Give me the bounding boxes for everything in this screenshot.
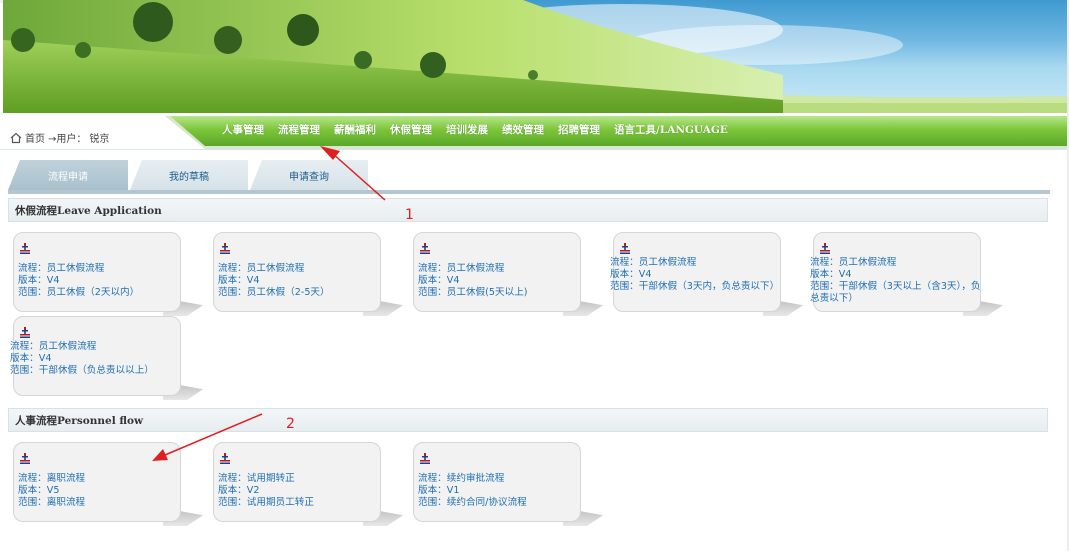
workflow-icon — [20, 243, 30, 254]
process-card[interactable]: 流程：员工休假流程 版本：V4 范围：员工休假（2-5天） — [213, 232, 381, 312]
card-scope: 范围：续约合同/协议流程 — [418, 497, 527, 508]
process-card[interactable]: 流程：员工休假流程 版本：V4 范围：干部休假（负总责以以上） — [10, 316, 181, 396]
menu-item-performance[interactable]: 绩效管理 — [502, 122, 544, 137]
card-flow[interactable]: 流程：员工休假流程 — [218, 263, 330, 275]
card-version: 版本：V4 — [610, 269, 652, 280]
tab-label: 申请查询 — [289, 171, 329, 183]
menu-item-training[interactable]: 培训发展 — [446, 122, 488, 137]
section-header-personnel: 人事流程Personnel flow — [8, 408, 1048, 432]
workflow-icon — [420, 453, 430, 464]
card-scope: 范围：员工休假(5天以上) — [418, 287, 528, 298]
breadcrumb-user: 锐京 — [89, 134, 110, 145]
card-text: 流程：员工休假流程 版本：V4 范围：员工休假(5天以上) — [418, 263, 528, 299]
landscape-illustration — [3, 0, 1069, 113]
tab-process-application[interactable]: 流程申请 — [8, 160, 128, 190]
workflow-icon — [20, 453, 30, 464]
card-flow[interactable]: 流程：续约审批流程 — [418, 473, 527, 485]
menu-item-compensation[interactable]: 薪酬福利 — [334, 122, 376, 137]
tab-bar: 流程申请 我的草稿 申请查询 — [8, 160, 1050, 194]
breadcrumb: 首页 →用户： 锐京 — [10, 130, 109, 145]
workflow-icon — [620, 243, 630, 254]
card-text: 流程：员工休假流程 版本：V4 范围：员工休假（2天以内） — [18, 263, 139, 299]
tab-application-query[interactable]: 申请查询 — [250, 160, 368, 190]
card-version: 版本：V4 — [18, 275, 60, 286]
menu-item-process[interactable]: 流程管理 — [278, 122, 320, 137]
tab-my-drafts[interactable]: 我的草稿 — [130, 160, 248, 190]
card-flow[interactable]: 流程：员工休假流程 — [418, 263, 528, 275]
card-scope: 范围：离职流程 — [18, 497, 86, 508]
tab-label: 流程申请 — [48, 171, 88, 183]
process-card[interactable]: 流程：试用期转正 版本：V2 范围：试用期员工转正 — [213, 442, 381, 522]
annotation-label-2: 2 — [286, 416, 295, 432]
workflow-icon — [220, 453, 230, 464]
card-text: 流程：员工休假流程 版本：V4 范围：干部休假（3天内，负总责以下） — [610, 257, 790, 293]
card-flow[interactable]: 流程：员工休假流程 — [18, 263, 139, 275]
annotation-label-1: 1 — [405, 207, 414, 223]
card-scope: 范围：干部休假（负总责以以上） — [10, 365, 154, 376]
workflow-icon — [20, 327, 30, 338]
card-text: 流程：续约审批流程 版本：V1 范围：续约合同/协议流程 — [418, 473, 527, 509]
card-flow[interactable]: 流程：员工休假流程 — [10, 341, 190, 353]
card-version: 版本：V1 — [418, 485, 460, 496]
workflow-icon — [420, 243, 430, 254]
process-card[interactable]: 流程：续约审批流程 版本：V1 范围：续约合同/协议流程 — [413, 442, 581, 522]
divider — [0, 149, 1069, 150]
card-version: 版本：V4 — [10, 353, 52, 364]
card-version: 版本：V4 — [810, 269, 852, 280]
menu-item-language[interactable]: 语言工具/LANGUAGE — [614, 122, 728, 137]
menu-item-hr[interactable]: 人事管理 — [222, 122, 264, 137]
section-title: 人事流程Personnel flow — [15, 414, 144, 427]
section-header-leave: 休假流程Leave Application — [8, 198, 1048, 222]
card-version: 版本：V4 — [418, 275, 460, 286]
tab-label: 我的草稿 — [169, 171, 209, 183]
card-text: 流程：员工休假流程 版本：V4 范围：员工休假（2-5天） — [218, 263, 330, 299]
card-scope: 范围：干部休假（3天以上（含3天），负总责以下） — [810, 281, 981, 304]
header-banner — [3, 0, 1069, 113]
card-flow[interactable]: 流程：员工休假流程 — [610, 257, 790, 269]
card-flow[interactable]: 流程：离职流程 — [18, 473, 85, 485]
breadcrumb-home[interactable]: 首页 — [25, 130, 45, 145]
process-card[interactable]: 流程：离职流程 版本：V5 范围：离职流程 — [13, 442, 181, 522]
card-scope: 范围：员工休假（2天以内） — [18, 287, 140, 298]
tab-strip — [8, 190, 1050, 194]
card-flow[interactable]: 流程：员工休假流程 — [810, 257, 990, 269]
workflow-icon — [220, 243, 230, 254]
card-scope: 范围：员工休假（2-5天） — [218, 287, 330, 298]
process-card[interactable]: 流程：员工休假流程 版本：V4 范围：干部休假（3天内，负总责以下） — [610, 232, 781, 312]
card-text: 流程：员工休假流程 版本：V4 范围：干部休假（3天以上（含3天），负总责以下） — [810, 257, 990, 305]
process-card[interactable]: 流程：员工休假流程 版本：V4 范围：干部休假（3天以上（含3天），负总责以下） — [810, 232, 981, 312]
workflow-icon — [820, 243, 830, 254]
menu-item-recruitment[interactable]: 招聘管理 — [558, 122, 600, 137]
card-version: 版本：V4 — [218, 275, 260, 286]
section-title: 休假流程Leave Application — [15, 204, 162, 217]
breadcrumb-separator: →用户： — [48, 134, 87, 145]
card-version: 版本：V2 — [218, 485, 260, 496]
process-card[interactable]: 流程：员工休假流程 版本：V4 范围：员工休假（2天以内） — [13, 232, 181, 312]
card-text: 流程：离职流程 版本：V5 范围：离职流程 — [18, 473, 85, 509]
card-version: 版本：V5 — [18, 485, 60, 496]
card-scope: 范围：试用期员工转正 — [218, 497, 314, 508]
home-icon[interactable] — [10, 132, 22, 144]
card-flow[interactable]: 流程：试用期转正 — [218, 473, 314, 485]
menu-item-leave[interactable]: 休假管理 — [390, 122, 432, 137]
card-text: 流程：员工休假流程 版本：V4 范围：干部休假（负总责以以上） — [10, 341, 190, 377]
process-card[interactable]: 流程：员工休假流程 版本：V4 范围：员工休假(5天以上) — [413, 232, 581, 312]
card-scope: 范围：干部休假（3天内，负总责以下） — [610, 281, 780, 292]
card-text: 流程：试用期转正 版本：V2 范围：试用期员工转正 — [218, 473, 314, 509]
main-menu: 人事管理 流程管理 薪酬福利 休假管理 培训发展 绩效管理 招聘管理 语言工具/… — [222, 122, 742, 137]
